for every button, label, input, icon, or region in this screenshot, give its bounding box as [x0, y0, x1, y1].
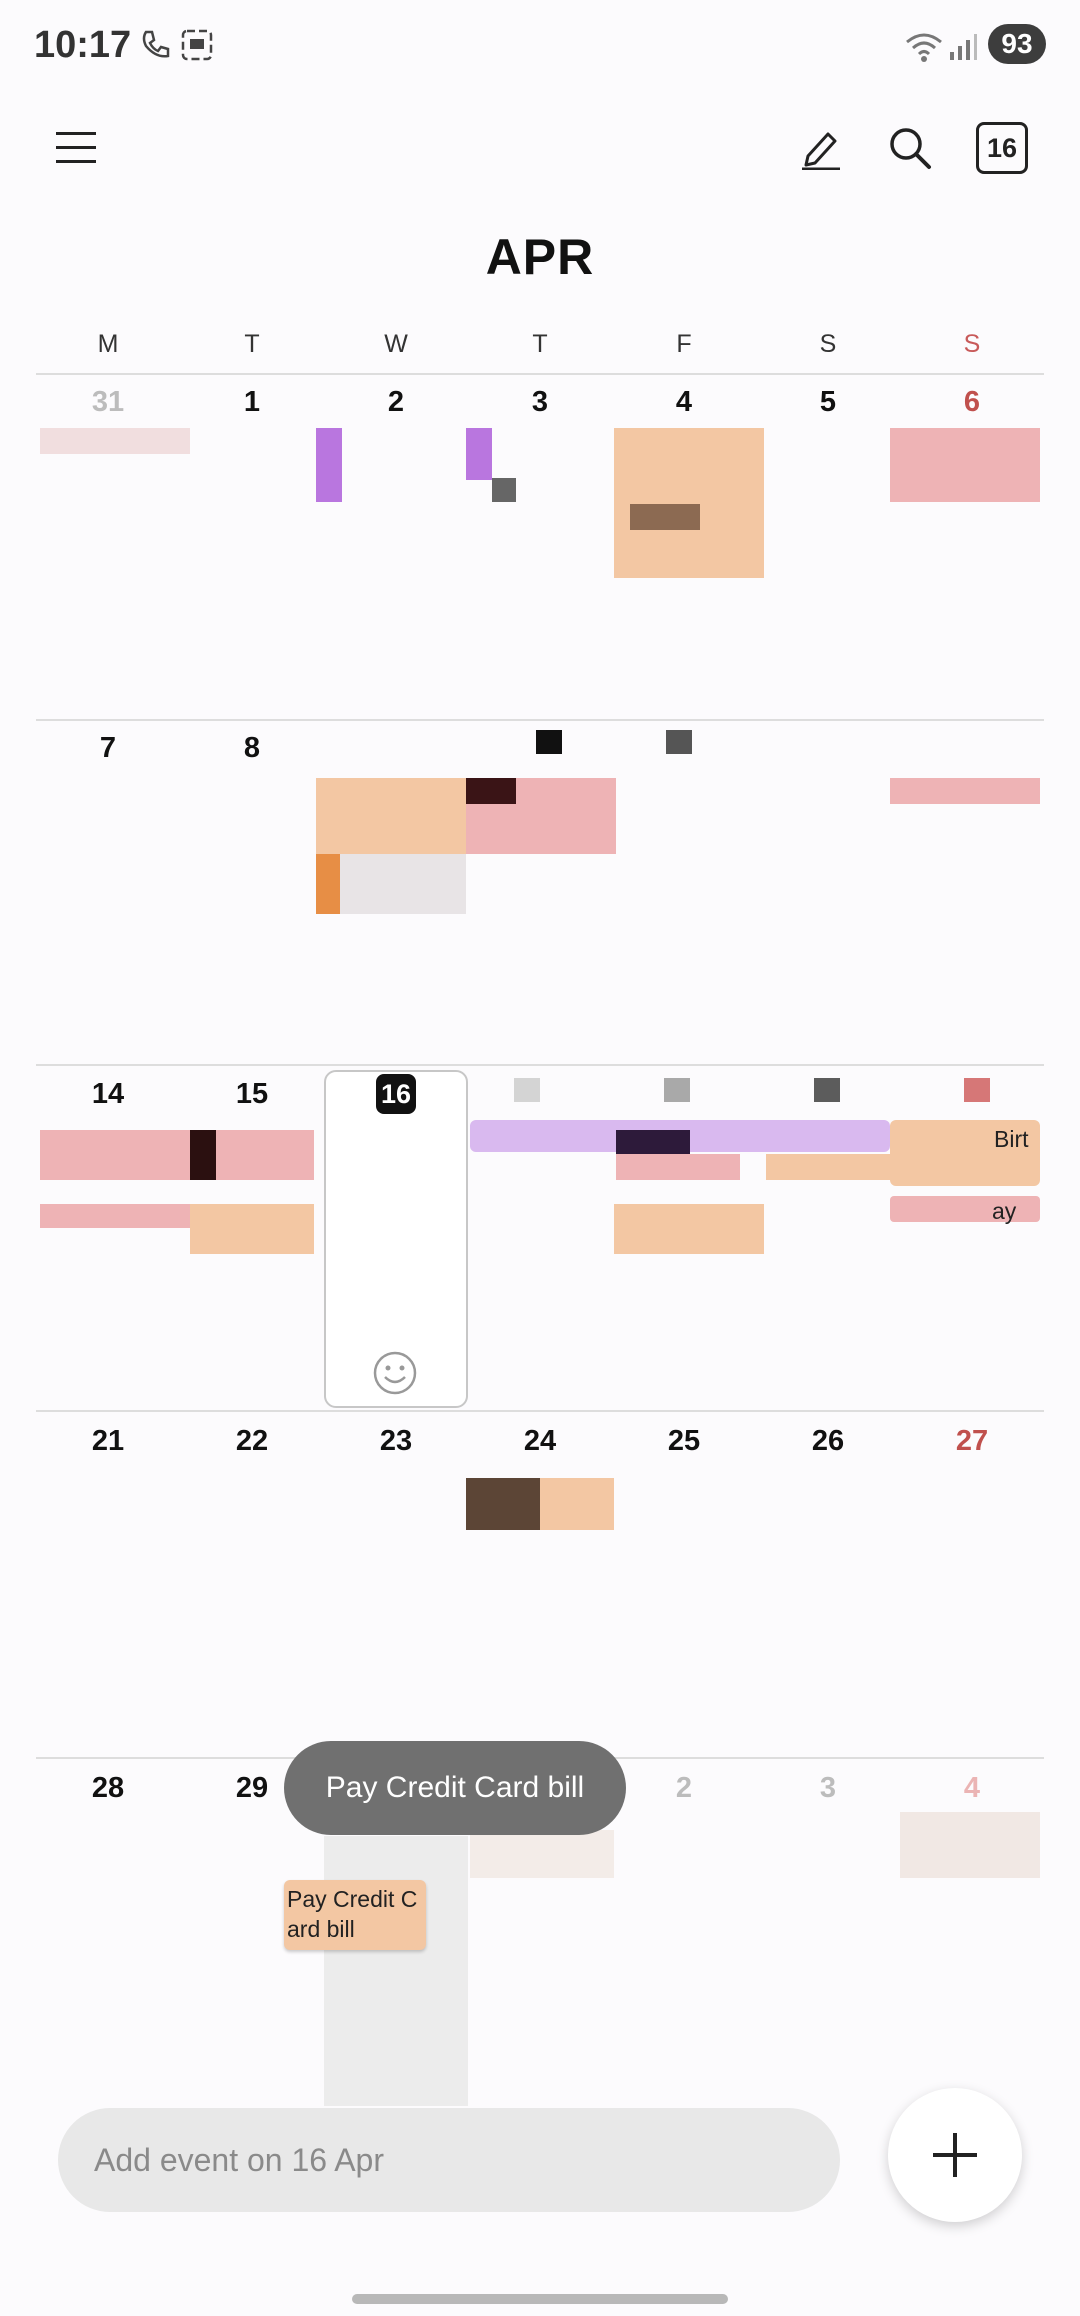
day-cell[interactable]: 27 — [900, 1425, 1044, 1458]
week-divider — [36, 373, 1044, 375]
event-block[interactable] — [466, 428, 492, 480]
weekday-wed: W — [384, 330, 408, 358]
menu-icon — [56, 132, 96, 163]
day-cell[interactable]: 15 — [180, 1078, 324, 1111]
signal-icon — [950, 34, 977, 60]
today-badge: 16 — [376, 1074, 416, 1114]
call-icon — [142, 30, 170, 58]
day-cell[interactable]: 24 — [468, 1425, 612, 1458]
event-dot — [964, 1078, 990, 1102]
wifi-icon — [906, 33, 942, 62]
event-dot — [814, 1078, 840, 1102]
event-block[interactable] — [766, 1154, 890, 1180]
day-cell[interactable]: 23 — [324, 1425, 468, 1458]
event-block[interactable] — [900, 1812, 1040, 1878]
day-cell[interactable]: 8 — [180, 732, 324, 765]
event-dot — [666, 730, 692, 754]
week-divider — [36, 1064, 1044, 1066]
weekday-thu: T — [532, 330, 548, 358]
weekday-sun: S — [963, 330, 981, 358]
event-dot — [664, 1078, 690, 1102]
today-button[interactable]: 16 — [966, 112, 1038, 184]
add-event-button[interactable] — [888, 2088, 1022, 2222]
app-bar: 16 — [0, 110, 1080, 230]
day-cell[interactable]: 4 — [900, 1772, 1044, 1805]
day-cell[interactable]: 14 — [36, 1078, 180, 1111]
week-divider — [36, 1410, 1044, 1412]
weekday-fri: F — [676, 330, 692, 358]
event-block[interactable] — [614, 428, 764, 578]
event-block[interactable] — [470, 1830, 614, 1878]
day-cell[interactable]: 5 — [756, 386, 900, 419]
event-block[interactable] — [40, 1130, 314, 1180]
day-cell[interactable]: 25 — [612, 1425, 756, 1458]
pay-credit-card-label: Pay Credit C ard bill — [287, 1886, 418, 1942]
day-cell[interactable]: 6 — [900, 386, 1044, 419]
event-dot — [514, 1078, 540, 1102]
pencil-icon — [802, 132, 840, 170]
add-event-input[interactable]: Add event on 16 Apr — [58, 2108, 840, 2212]
day-cell[interactable]: 7 — [36, 732, 180, 765]
day-cell[interactable]: 2 — [612, 1772, 756, 1805]
today-date-label: 16 — [976, 122, 1028, 174]
status-bar: 10:17 93 — [0, 0, 1080, 90]
search-button[interactable] — [874, 112, 946, 184]
day-cell[interactable]: 28 — [36, 1772, 180, 1805]
event-block[interactable] — [316, 778, 466, 854]
day-cell[interactable]: 22 — [180, 1425, 324, 1458]
event-block[interactable] — [40, 428, 190, 454]
selected-day-column — [324, 1836, 468, 2106]
toast-message: Pay Credit Card bill — [284, 1741, 626, 1835]
event-block[interactable] — [466, 778, 516, 804]
week-divider — [36, 719, 1044, 721]
home-indicator[interactable] — [352, 2294, 728, 2304]
battery-indicator: 93 — [988, 24, 1046, 64]
weekday-mon: M — [97, 330, 119, 358]
event-block[interactable] — [466, 1478, 540, 1530]
event-dot — [536, 730, 562, 754]
search-icon — [890, 128, 931, 169]
event-block[interactable] — [890, 778, 1040, 804]
menu-button[interactable] — [40, 112, 112, 184]
smiley-icon — [373, 1351, 417, 1395]
edit-button[interactable] — [784, 112, 856, 184]
birthday-event-label: Birt — [994, 1126, 1029, 1152]
event-block[interactable] — [614, 1204, 764, 1254]
screenshot-icon — [181, 29, 213, 61]
day-cell[interactable]: 1 — [180, 386, 324, 419]
event-block[interactable] — [316, 854, 340, 914]
day-cell[interactable]: 31 — [36, 386, 180, 419]
day-cell[interactable]: 26 — [756, 1425, 900, 1458]
event-block[interactable] — [616, 1154, 740, 1180]
status-time: 10:17 — [34, 24, 132, 66]
day-cell[interactable]: 2 — [324, 386, 468, 419]
weekday-sat: S — [819, 330, 837, 358]
pay-event-label: ay — [992, 1198, 1017, 1224]
day-cell[interactable]: 3 — [756, 1772, 900, 1805]
day-cell[interactable]: 3 — [468, 386, 612, 419]
pay-credit-card-event[interactable]: Pay Credit C ard bill — [284, 1880, 426, 1950]
weekday-tue: T — [244, 330, 260, 358]
month-title: APR — [485, 229, 595, 285]
event-block[interactable] — [190, 1204, 314, 1254]
day-cell[interactable]: 4 — [612, 386, 756, 419]
plus-icon — [933, 2133, 977, 2177]
event-block[interactable] — [190, 1130, 216, 1180]
event-block[interactable] — [616, 1130, 690, 1154]
event-block[interactable] — [890, 428, 1040, 502]
day-cell[interactable]: 21 — [36, 1425, 180, 1458]
event-block[interactable] — [630, 504, 700, 530]
event-block[interactable] — [492, 478, 516, 502]
event-block[interactable] — [316, 428, 342, 502]
